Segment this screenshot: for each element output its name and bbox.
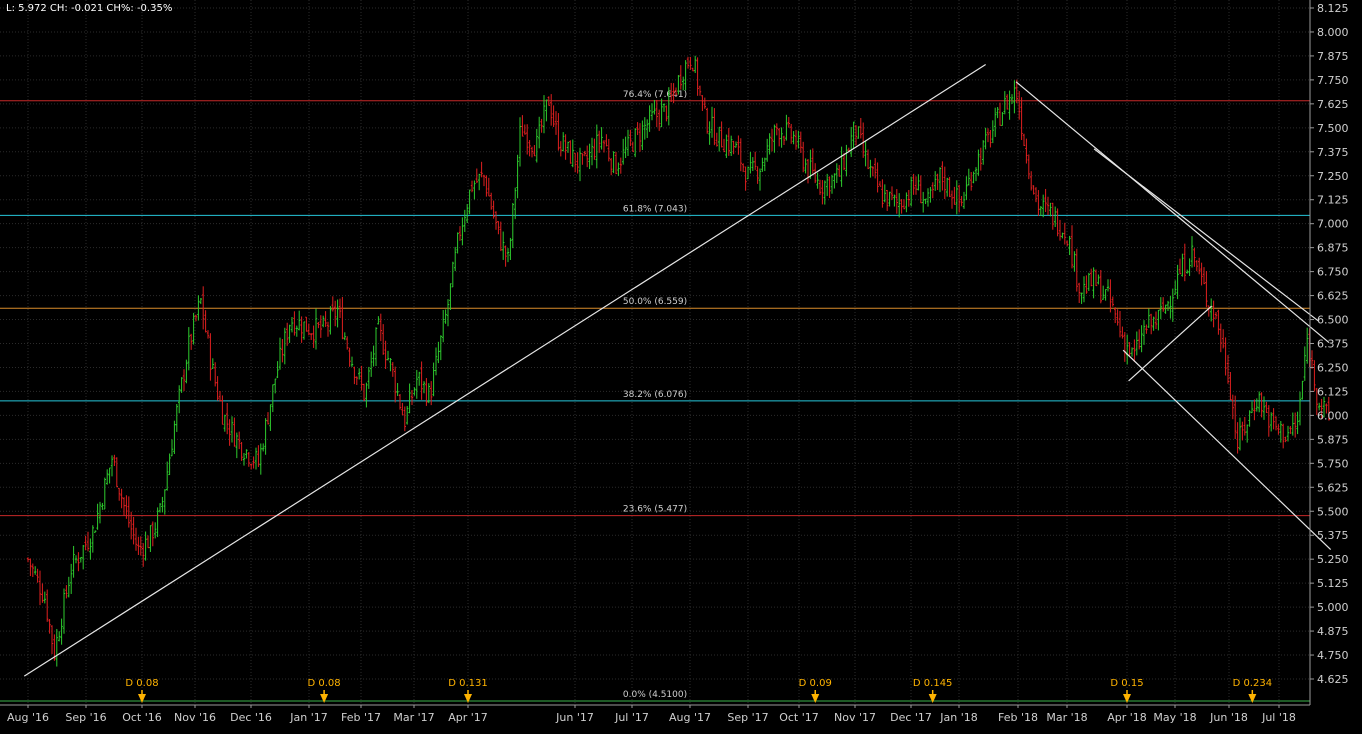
x-tick-label: Jul '17 [614, 711, 649, 724]
y-tick-label: 7.625 [1317, 98, 1349, 111]
x-tick-label: Nov '17 [834, 711, 876, 724]
dividend-label: D 0.131 [448, 678, 488, 689]
y-tick-label: 8.125 [1317, 2, 1349, 15]
y-tick-label: 7.500 [1317, 122, 1349, 135]
x-tick-label: Aug '17 [669, 711, 711, 724]
dividend-label: D 0.234 [1233, 678, 1273, 689]
y-tick-label: 5.500 [1317, 505, 1349, 518]
fib-level-label: 23.6% (5.477) [623, 505, 687, 515]
x-tick-label: Feb '18 [998, 711, 1038, 724]
y-tick-label: 6.125 [1317, 385, 1349, 398]
fib-level-label: 50.0% (6.559) [623, 297, 687, 307]
x-tick-label: Jan '17 [289, 711, 327, 724]
fib-level-label: 38.2% (6.076) [623, 390, 687, 400]
dividend-label: D 0.08 [125, 678, 158, 689]
y-tick-label: 7.000 [1317, 218, 1349, 231]
y-tick-label: 7.125 [1317, 194, 1349, 207]
y-tick-label: 6.250 [1317, 361, 1349, 374]
y-tick-label: 5.625 [1317, 481, 1349, 494]
y-tick-label: 6.875 [1317, 242, 1349, 255]
dividend-label: D 0.09 [799, 678, 832, 689]
x-tick-label: Apr '18 [1107, 711, 1147, 724]
y-tick-label: 6.750 [1317, 266, 1349, 279]
y-tick-label: 6.500 [1317, 314, 1349, 327]
ohlc-info-label: L: 5.972 CH: -0.021 CH%: -0.35% [6, 3, 173, 14]
x-tick-label: Feb '17 [341, 711, 381, 724]
y-tick-label: 8.000 [1317, 26, 1349, 39]
x-tick-label: Dec '16 [230, 711, 272, 724]
y-tick-label: 5.000 [1317, 601, 1349, 614]
y-tick-label: 5.125 [1317, 577, 1349, 590]
x-tick-label: Sep '16 [65, 711, 106, 724]
x-tick-label: Jun '18 [1209, 711, 1248, 724]
fib-level-label: 61.8% (7.043) [623, 204, 687, 214]
chart-svg[interactable]: 76.4% (7.641)61.8% (7.043)50.0% (6.559)3… [0, 0, 1362, 730]
x-tick-label: Jan '18 [939, 711, 977, 724]
x-tick-label: Aug '16 [7, 711, 49, 724]
x-tick-label: Mar '18 [1046, 711, 1087, 724]
y-tick-label: 5.250 [1317, 553, 1349, 566]
y-tick-label: 6.375 [1317, 338, 1349, 351]
price-chart[interactable]: 76.4% (7.641) 61.8% (7.043) 50.0% (6.559) 3… [0, 0, 1362, 730]
x-tick-label: Sep '17 [727, 711, 768, 724]
dividend-label: D 0.08 [308, 678, 341, 689]
x-tick-label: Oct '16 [122, 711, 162, 724]
x-tick-label: Apr '17 [448, 711, 488, 724]
x-tick-label: Oct '17 [779, 711, 819, 724]
y-tick-label: 5.750 [1317, 457, 1349, 470]
y-tick-label: 7.750 [1317, 74, 1349, 87]
y-tick-label: 5.875 [1317, 433, 1349, 446]
fib-level-label: 0.0% (4.5100) [623, 690, 687, 700]
y-tick-label: 4.625 [1317, 673, 1349, 686]
x-tick-label: Dec '17 [890, 711, 932, 724]
y-tick-label: 4.875 [1317, 625, 1349, 638]
dividend-label: D 0.15 [1110, 678, 1143, 689]
y-tick-label: 7.875 [1317, 50, 1349, 63]
y-tick-label: 6.625 [1317, 290, 1349, 303]
x-tick-label: Jul '18 [1261, 711, 1296, 724]
y-tick-label: 7.375 [1317, 146, 1349, 159]
plot-background [0, 0, 1362, 730]
x-tick-label: Jun '17 [555, 711, 594, 724]
x-tick-label: Nov '16 [174, 711, 216, 724]
y-tick-label: 4.750 [1317, 649, 1349, 662]
y-tick-label: 5.375 [1317, 529, 1349, 542]
y-tick-label: 7.250 [1317, 170, 1349, 183]
dividend-label: D 0.145 [913, 678, 953, 689]
x-tick-label: Mar '17 [393, 711, 434, 724]
y-tick-label: 6.000 [1317, 409, 1349, 422]
x-tick-label: May '18 [1153, 711, 1196, 724]
